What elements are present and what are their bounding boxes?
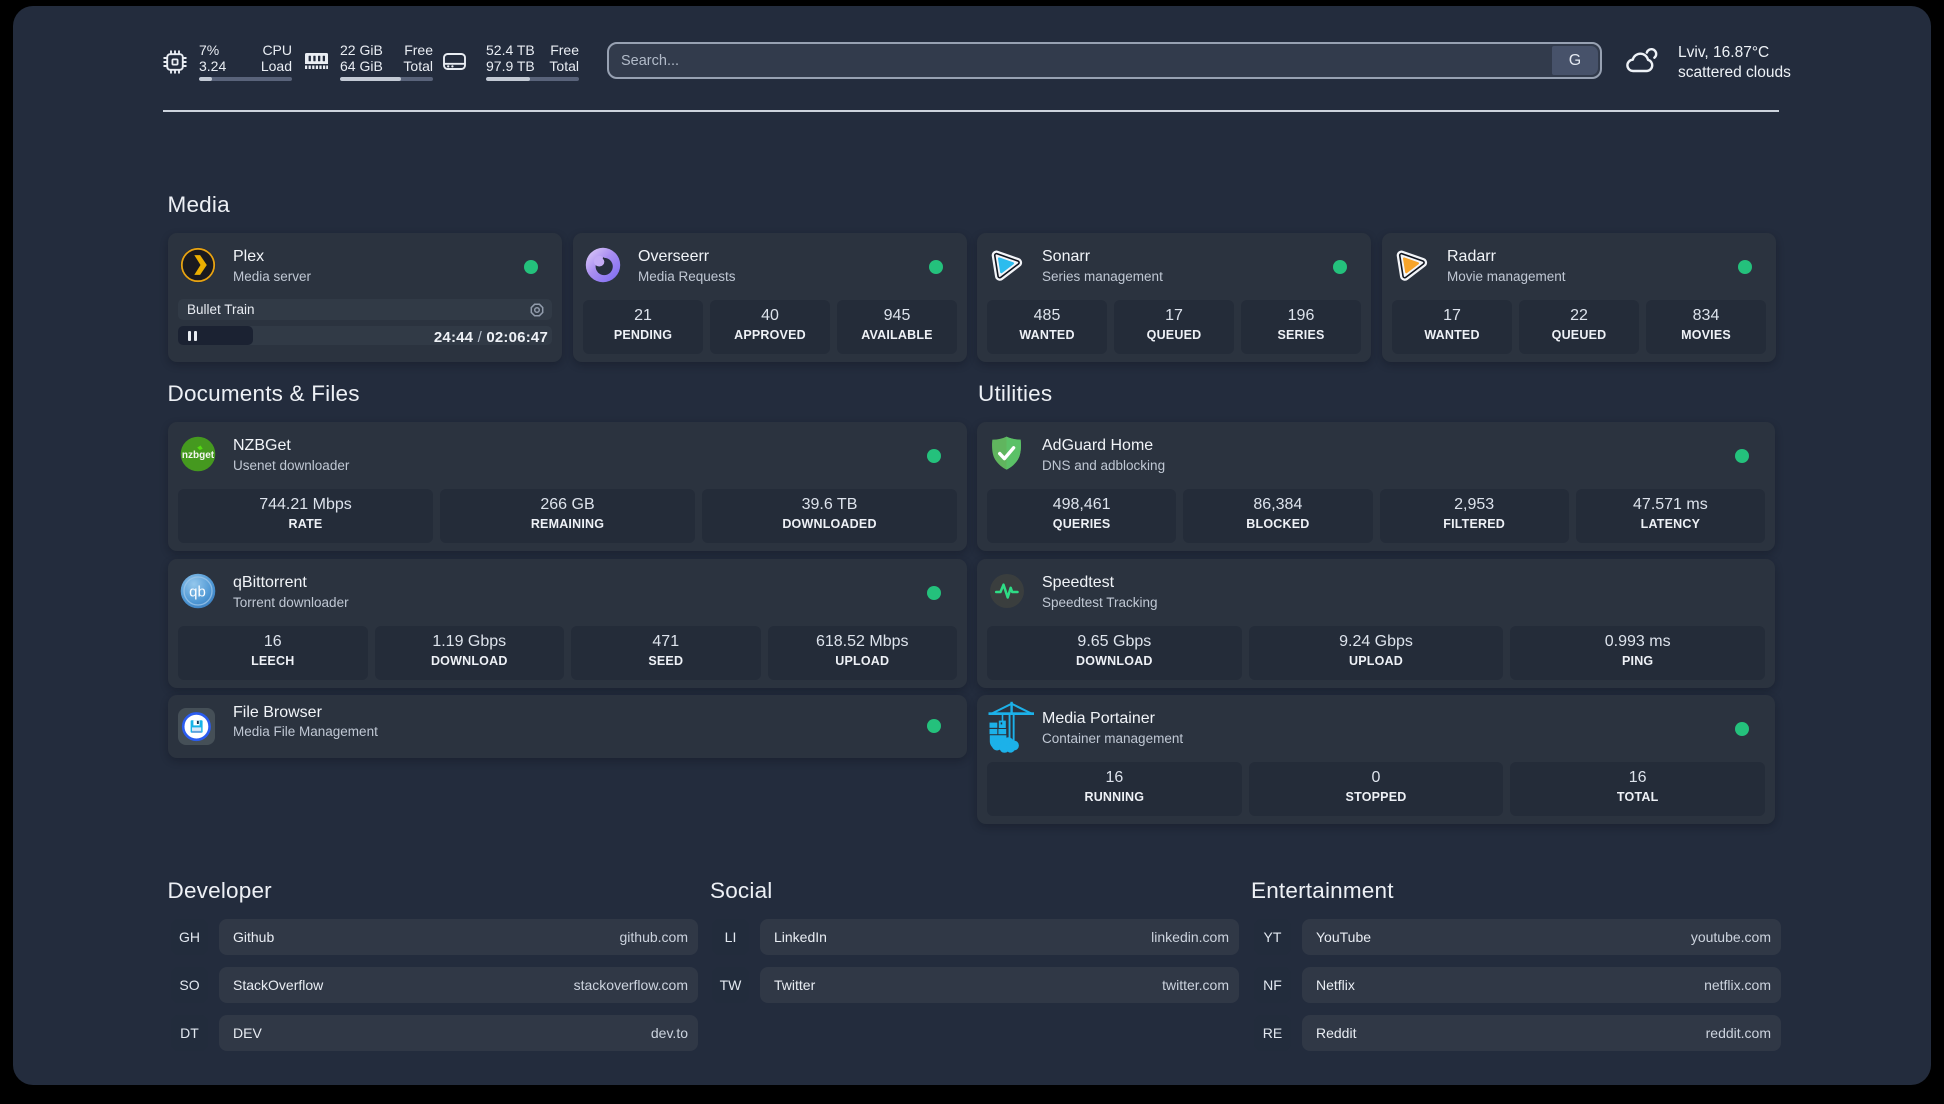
svg-text:nzbget: nzbget	[182, 450, 215, 461]
svg-text:qb: qb	[189, 583, 206, 600]
